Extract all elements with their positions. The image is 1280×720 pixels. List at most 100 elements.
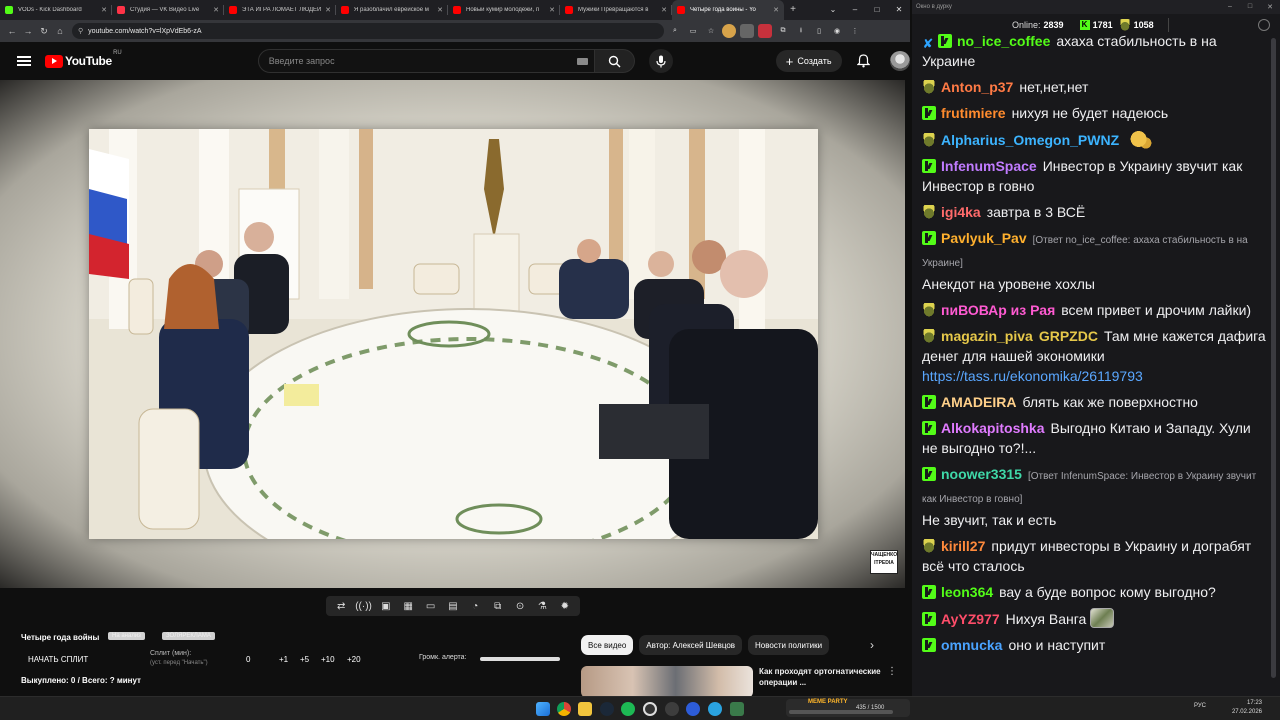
video-frame[interactable] xyxy=(89,129,818,539)
app-icon[interactable] xyxy=(665,702,679,716)
chat-username[interactable]: пиВОВАр из Рая xyxy=(941,302,1055,318)
browser-tab[interactable]: VODs - Kick Dashboard ✕ xyxy=(0,0,112,20)
recommended-title[interactable]: Как проходят ортогнатические операции ..… xyxy=(759,666,884,688)
start-icon[interactable] xyxy=(536,702,550,716)
experiment-icon[interactable]: ⚗ xyxy=(533,601,551,612)
reload-icon[interactable]: ↻ xyxy=(36,26,52,37)
forward-icon[interactable]: → xyxy=(20,26,36,36)
recommended-video[interactable]: Как проходят ортогнатические операции ..… xyxy=(581,664,901,696)
search-input[interactable]: Введите запрос xyxy=(257,49,595,73)
browser-menu-icon[interactable]: ⋮ xyxy=(848,24,862,38)
video-player[interactable]: ЧАЩЕНКО ITPEDIA xyxy=(0,80,905,588)
account-avatar[interactable] xyxy=(889,51,910,71)
chat-username[interactable]: leon364 xyxy=(941,584,993,600)
minimize-icon[interactable]: – xyxy=(1220,3,1240,11)
filter-chip[interactable]: Автор: Алексей Шевцов xyxy=(639,635,743,655)
cast-icon[interactable]: ▭ xyxy=(686,24,700,38)
voice-search-button[interactable] xyxy=(648,49,673,73)
pip-icon[interactable]: ▭ xyxy=(422,601,440,612)
download-icon[interactable]: ⭳ xyxy=(794,24,808,38)
notifications-button[interactable] xyxy=(856,53,872,69)
new-tab-button[interactable]: + xyxy=(784,0,802,20)
minimize-icon[interactable]: – xyxy=(844,0,866,20)
browser-tab[interactable]: ЭТА ИГРА ЛОМАЕТ ЛЮДЕЙ ✕ xyxy=(224,0,336,20)
extension-orange-icon[interactable] xyxy=(722,24,736,38)
input-language[interactable]: РУС xyxy=(1194,703,1206,709)
tab-close-icon[interactable]: ✕ xyxy=(549,6,555,14)
extensions-puzzle-icon[interactable]: ⧉ xyxy=(776,24,790,38)
analysis-pill[interactable]: На анализ xyxy=(108,632,145,640)
telegram-icon[interactable] xyxy=(708,702,722,716)
chat-username[interactable]: AyYZ977 xyxy=(941,611,1000,627)
split-value[interactable]: 0 xyxy=(246,655,250,664)
chat-username[interactable]: magazin_piva xyxy=(941,328,1033,344)
clip-icon[interactable]: ▦ xyxy=(399,601,417,612)
theater-icon[interactable]: ▤ xyxy=(444,601,462,612)
chat-message-list[interactable]: ✘ no_ice_coffee ахаха стабильность в на Ук… xyxy=(922,31,1267,694)
start-split-button[interactable]: НАЧАТЬ СПЛИТ xyxy=(28,655,88,664)
add-10-button[interactable]: +10 xyxy=(321,655,335,664)
frame-icon[interactable]: ⧉ xyxy=(489,601,507,612)
site-info-icon[interactable]: ⚲ xyxy=(78,27,83,35)
chat-username[interactable]: Anton_p37 xyxy=(941,79,1013,95)
tab-close-icon[interactable]: ✕ xyxy=(213,6,219,14)
browser-tab[interactable]: Студия — VK Видео Live ✕ xyxy=(112,0,224,20)
extension-box-icon[interactable] xyxy=(740,24,754,38)
loop-icon[interactable]: ⇄ xyxy=(332,601,350,612)
settings-icon[interactable] xyxy=(1258,19,1270,31)
add-1-button[interactable]: +1 xyxy=(279,655,288,664)
tab-close-icon[interactable]: ✕ xyxy=(661,6,667,14)
bookmark-star-icon[interactable]: ☆ xyxy=(704,24,718,38)
back-icon[interactable]: ← xyxy=(4,26,20,36)
maximize-icon[interactable]: □ xyxy=(866,0,888,20)
add-20-button[interactable]: +20 xyxy=(347,655,361,664)
chat-username[interactable]: InfenumSpace xyxy=(941,158,1037,174)
browser-tab[interactable]: Новый кумир молодежи, п ✕ xyxy=(448,0,560,20)
tab-close-icon[interactable]: ✕ xyxy=(773,6,779,14)
sidepanel-icon[interactable]: ▯ xyxy=(812,24,826,38)
system-clock[interactable]: 17:23 27.02.2026 xyxy=(1226,699,1262,717)
chat-username[interactable]: igi4ka xyxy=(941,204,981,220)
explorer-icon[interactable] xyxy=(578,702,592,716)
audio-icon[interactable]: ((·)) xyxy=(355,601,373,612)
zoom-icon[interactable]: ⌕ xyxy=(668,24,682,38)
create-button[interactable]: + Создать xyxy=(775,50,842,72)
chat-username[interactable]: Alpharius_Omegon_PWNZ xyxy=(941,132,1119,148)
media-icon[interactable] xyxy=(686,702,700,716)
steam-icon[interactable] xyxy=(600,702,614,716)
chat-link[interactable]: https://tass.ru/ekonomika/26119793 xyxy=(922,368,1143,384)
chat-username[interactable]: no_ice_coffee xyxy=(957,33,1050,49)
obs-icon[interactable] xyxy=(643,702,657,716)
chat-username[interactable]: AMADEIRA xyxy=(941,394,1016,410)
speed-icon[interactable]: ◔ xyxy=(466,601,484,612)
browser-tab[interactable]: Я разоблачил еврейское м ✕ xyxy=(336,0,448,20)
url-field[interactable]: ⚲ youtube.com/watch?v=lXpVdEb6-zA xyxy=(72,23,664,39)
chrome-icon[interactable] xyxy=(557,702,571,716)
settings-icon[interactable]: ✹ xyxy=(556,601,574,612)
add-5-button[interactable]: +5 xyxy=(300,655,309,664)
tab-close-icon[interactable]: ✕ xyxy=(101,6,107,14)
search-button[interactable] xyxy=(594,49,635,73)
maximize-icon[interactable]: □ xyxy=(1240,3,1260,11)
chat-scroll-thumb[interactable] xyxy=(1271,38,1276,678)
browser-tab[interactable]: Мужики Превращаются в ✕ xyxy=(560,0,672,20)
chat-username[interactable]: frutimiere xyxy=(941,105,1006,121)
ad-pill[interactable]: ЗОЛЯРЕКЛАМА xyxy=(162,632,215,640)
chat-username[interactable]: Pavlyuk_Pav xyxy=(941,230,1027,246)
profile-icon[interactable]: ◉ xyxy=(830,24,844,38)
chat-scrollbar[interactable] xyxy=(1271,38,1276,690)
tab-close-icon[interactable]: ✕ xyxy=(325,6,331,14)
filter-chip[interactable]: Все видео xyxy=(581,635,634,655)
youtube-logo[interactable]: YouTube RU xyxy=(45,50,122,68)
home-icon[interactable]: ⌂ xyxy=(52,26,68,36)
chat-username[interactable]: noower3315 xyxy=(941,466,1022,482)
more-actions-icon[interactable]: ⋮ xyxy=(887,666,897,677)
chat-username[interactable]: Alkokapitoshka xyxy=(941,420,1044,436)
extension-red-icon[interactable] xyxy=(758,24,772,38)
meme-party-widget[interactable]: MEME PARTY 435 / 1500 xyxy=(786,699,910,717)
chat-username[interactable]: kirill27 xyxy=(941,538,985,554)
video-add-icon[interactable]: ▣ xyxy=(377,601,395,612)
tab-close-icon[interactable]: ✕ xyxy=(437,6,443,14)
guide-menu-icon[interactable] xyxy=(17,54,31,68)
close-icon[interactable]: ✕ xyxy=(1260,3,1280,11)
